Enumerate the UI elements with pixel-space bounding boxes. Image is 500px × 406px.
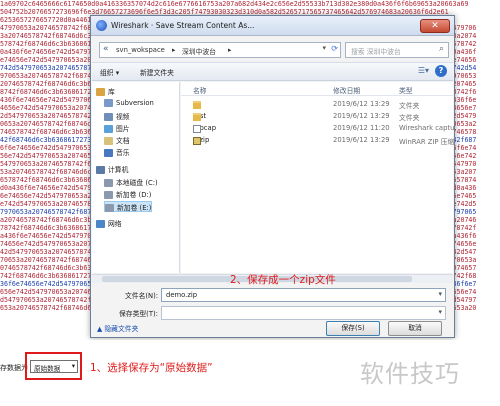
drive-icon: [104, 179, 113, 187]
sidebar-item-label: 文档: [116, 137, 130, 145]
savetype-label: 保存类型(T):: [119, 310, 158, 318]
navigation-pane: 库 Subversion 视频图片文档音乐计算机本地磁盘 (C:) 新加卷 (D:) 新…: [92, 82, 180, 273]
savetype-select[interactable]: ▾: [161, 306, 446, 320]
file-type: Wireshark captu: [399, 124, 455, 132]
folder-icon: [193, 101, 201, 109]
save-button[interactable]: 保存(S): [326, 321, 380, 336]
annotation-step-2: 2、保存成一个zip文件: [230, 274, 336, 286]
sidebar-item-network[interactable]: 网络: [96, 218, 122, 229]
search-placeholder: 搜索 深圳中波台: [351, 48, 401, 56]
dialog-title: Wireshark · Save Stream Content As...: [111, 21, 255, 30]
file-type: 文件夹: [399, 102, 420, 110]
sidebar-item-video[interactable]: 视频: [104, 111, 130, 122]
chevron-down-icon[interactable]: ▾: [438, 308, 442, 316]
chevron-down-icon[interactable]: ▾: [438, 290, 442, 298]
file-row[interactable]: 1.zip 2019/6/12 13:29 WinRAR ZIP 压缩: [181, 135, 455, 146]
file-type: WinRAR ZIP 压缩: [399, 138, 455, 146]
file-name[interactable]: 1.pcap: [193, 124, 216, 133]
file-type: 文件夹: [399, 114, 420, 122]
title-bar: Wireshark · Save Stream Content As... ✕: [91, 16, 454, 36]
file-icon: [193, 125, 201, 133]
network-icon: [96, 220, 105, 228]
watermark-text: 软件技巧: [360, 360, 460, 388]
cancel-button[interactable]: 取消: [388, 321, 442, 336]
computer-icon: [96, 166, 105, 174]
sidebar-item-label: 网络: [108, 220, 122, 228]
drive-icon: [104, 191, 113, 199]
close-button[interactable]: ✕: [420, 19, 450, 33]
filename-value[interactable]: demo.zip: [166, 291, 197, 299]
sidebar-item-label: 本地磁盘 (C:): [116, 179, 158, 187]
sidebar-item-drive[interactable]: 新加卷 (E:): [104, 201, 153, 212]
search-icon[interactable]: ⌕: [439, 44, 444, 54]
file-date: 2019/6/12 13:29: [333, 112, 390, 120]
file-name[interactable]: 1: [193, 100, 201, 109]
file-date: 2019/6/12 11:20: [333, 124, 390, 132]
save-dialog: Wireshark · Save Stream Content As... ✕ …: [90, 15, 455, 338]
sidebar-item-label: 图片: [116, 125, 130, 133]
file-row[interactable]: test 2019/6/12 13:29 文件夹: [181, 111, 453, 122]
folder-icon: [193, 113, 201, 121]
breadcrumb-separator-icon: ▸: [228, 46, 232, 54]
file-row[interactable]: 1.pcap 2019/6/12 11:20 Wireshark captu: [181, 123, 455, 134]
data-format-select[interactable]: 原始数据 ▾: [30, 360, 78, 373]
file-name[interactable]: test: [193, 112, 206, 121]
file-name[interactable]: 1.zip: [193, 136, 209, 145]
sidebar-item-drive[interactable]: 新加卷 (D:): [104, 189, 151, 200]
annotation-step-1: 1、选择保存为“原始数据”: [90, 362, 213, 374]
sidebar-item-computer[interactable]: 计算机: [96, 164, 128, 175]
subversion-icon: [104, 99, 113, 107]
sidebar-item-label: 新加卷 (D:): [116, 191, 152, 199]
breadcrumb-workspace[interactable]: svn_wokspace: [116, 46, 165, 54]
new-folder-button[interactable]: 新建文件夹: [140, 67, 174, 77]
breadcrumb-current[interactable]: 深圳中波台: [182, 46, 216, 56]
save-data-as-label: 存数据为: [0, 364, 28, 372]
documents-icon: [104, 137, 113, 145]
file-date: 2019/6/12 13:29: [333, 136, 390, 144]
search-input[interactable]: 搜索 深圳中波台 ⌕: [345, 42, 449, 58]
video-icon: [104, 113, 113, 121]
organize-button[interactable]: 组织 ▾: [100, 67, 119, 77]
sidebar-item-label: 音乐: [116, 149, 130, 157]
address-bar[interactable]: « svn_wokspace ▸ 深圳中波台 ▸ ▾ ⟳: [99, 42, 341, 58]
file-row[interactable]: 1 2019/6/12 13:29 文件夹: [181, 99, 453, 110]
drive-icon: [105, 204, 114, 212]
view-options-icon[interactable]: ☰▾: [418, 66, 429, 75]
sidebar-item-music[interactable]: 音乐: [104, 147, 130, 158]
chevron-down-icon[interactable]: ▾: [72, 362, 75, 370]
file-list: 名称 修改日期 类型 1 2019/6/12 13:29 文件夹 test 2019/6…: [181, 82, 455, 273]
sidebar-item-label: 计算机: [108, 166, 129, 174]
sidebar-item-drive[interactable]: 本地磁盘 (C:): [104, 177, 158, 188]
wireshark-icon: [96, 20, 107, 31]
sidebar-item-label: 视频: [116, 113, 130, 121]
filename-label: 文件名(N):: [125, 292, 159, 300]
hex-line: 1a69702c6465666c6174650d0a416336357074d2…: [0, 0, 469, 8]
bottom-panel: 存数据为 原始数据 ▾ 1、选择保存为“原始数据” 软件技巧: [0, 340, 500, 406]
sidebar-item-library[interactable]: 库: [96, 86, 115, 97]
refresh-icon[interactable]: ⟳: [331, 44, 338, 53]
data-format-value: 原始数据: [34, 365, 61, 373]
sidebar-item-label: Subversion: [116, 99, 154, 107]
list-header: 名称 修改日期 类型: [181, 82, 453, 96]
column-type[interactable]: 类型: [399, 85, 413, 95]
pictures-icon: [104, 125, 113, 133]
column-date[interactable]: 修改日期: [333, 85, 360, 95]
music-icon: [104, 149, 113, 157]
sidebar-item-subversion[interactable]: Subversion: [104, 99, 154, 110]
zip-icon: [193, 137, 201, 145]
filename-field[interactable]: demo.zip ▾: [161, 288, 446, 302]
folder-nav-icon[interactable]: «: [103, 44, 109, 54]
library-icon: [96, 88, 105, 96]
file-date: 2019/6/12 13:29: [333, 100, 390, 108]
sidebar-item-pictures[interactable]: 图片: [104, 123, 130, 134]
help-icon[interactable]: ?: [435, 65, 447, 77]
toolbar: 组织 ▾ 新建文件夹 ☰▾ ?: [92, 62, 453, 81]
breadcrumb-separator-icon: ▸: [172, 46, 176, 54]
hide-folders-toggle[interactable]: ▲ 隐藏文件夹: [97, 323, 138, 333]
sidebar-item-documents[interactable]: 文档: [104, 135, 130, 146]
column-name[interactable]: 名称: [193, 85, 207, 95]
address-dropdown-icon[interactable]: ▾: [322, 44, 326, 52]
sidebar-item-label: 新加卷 (E:): [117, 204, 152, 212]
sidebar-item-label: 库: [108, 88, 115, 96]
